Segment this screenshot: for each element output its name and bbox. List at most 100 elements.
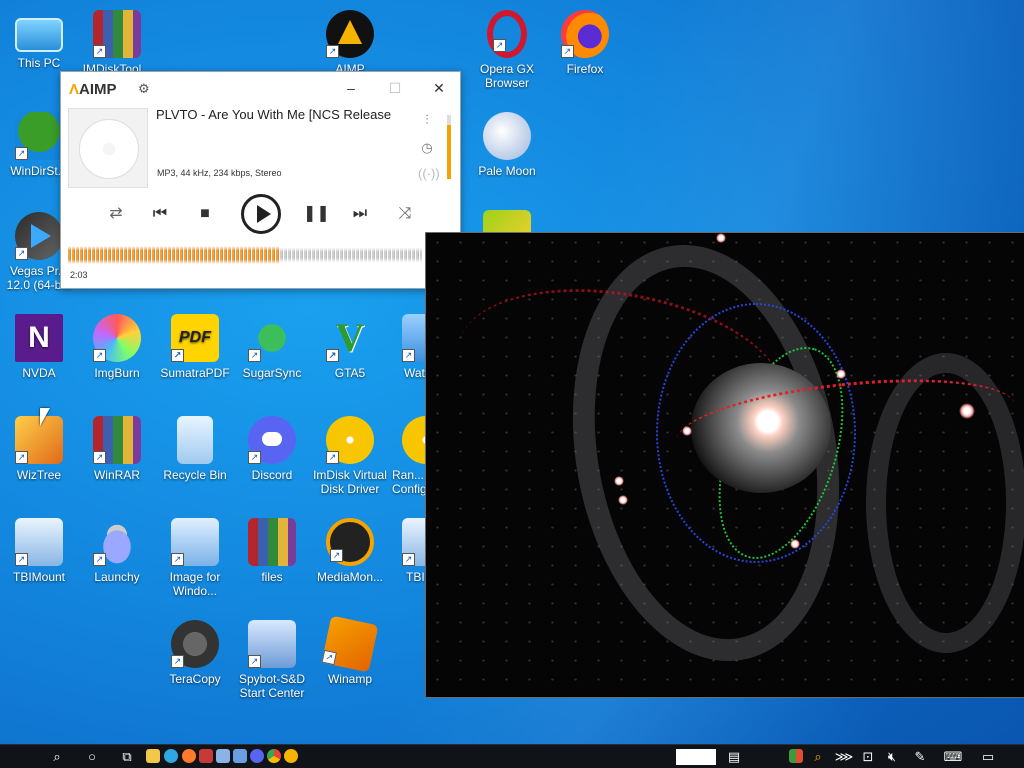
desktop-icon-mediamonkey[interactable]: ↗ MediaMon... [311, 518, 389, 584]
desktop-icon-teracopy[interactable]: ↗ TeraCopy [156, 620, 234, 686]
desktop-icon-ran-config[interactable]: Ran... Config... [390, 416, 425, 496]
desktop-icon-this-pc[interactable]: This PC [0, 10, 78, 70]
desktop-icon-spybot[interactable]: ↗ Spybot-S&D Start Center [233, 620, 311, 700]
app-icon[interactable] [199, 749, 213, 763]
app-icon[interactable] [233, 749, 247, 763]
equalizer-icon[interactable]: ⫶ [418, 112, 436, 128]
desktop-icon-image-for-windows[interactable]: ↗ Image for Windo... [156, 518, 234, 598]
app-icon: ↗ [402, 518, 425, 566]
aimp-player-window[interactable]: ΛAIMP ⚙ – ☐ ✕ PLVTO - Are You With Me [N… [60, 71, 461, 289]
desktop-icon-wat[interactable]: ↗ Wat... [390, 314, 425, 380]
desktop-icon-winamp[interactable]: ↗ Winamp [311, 615, 389, 686]
shortcut-arrow-icon: ↗ [93, 553, 106, 566]
pen-icon[interactable]: ✎ [910, 748, 930, 766]
shortcut-arrow-icon: ↗ [15, 553, 28, 566]
waveform-seekbar[interactable] [68, 240, 422, 270]
shortcut-arrow-icon: ↗ [561, 45, 574, 58]
shortcut-arrow-icon: ↗ [248, 655, 261, 668]
repeat-button[interactable]: ⇄ [104, 202, 128, 226]
disk-icon: ↗ [326, 416, 374, 464]
shuffle-button[interactable]: ⤨ [393, 202, 417, 226]
shortcut-arrow-icon: ↗ [93, 349, 106, 362]
file-explorer-icon[interactable] [146, 749, 160, 763]
task-view-icon[interactable]: ⧉ [117, 748, 137, 766]
desktop-icon-sumatrapdf[interactable]: PDF ↗ SumatraPDF [156, 314, 234, 380]
chrome-icon[interactable] [267, 749, 281, 763]
winrar-archive-icon [248, 518, 296, 566]
visual-spark [716, 233, 726, 243]
desktop-icon-discord[interactable]: ↗ Discord [233, 416, 311, 482]
desktop-icon-imdisk[interactable]: ↗ ImDisk Virtual Disk Driver [311, 416, 389, 496]
desktop-icon-sugarsync[interactable]: ↗ SugarSync [233, 314, 311, 380]
search-icon[interactable]: ⌕ [808, 748, 828, 766]
volume-slider[interactable] [447, 115, 451, 179]
desktop-icon-label: Winamp [327, 672, 372, 686]
next-button[interactable]: ⏭ [348, 202, 372, 226]
computer-icon [15, 18, 63, 52]
volume-level [447, 125, 451, 179]
desktop-icon-firefox[interactable]: ↗ Firefox [546, 10, 624, 76]
play-button[interactable] [241, 194, 281, 234]
desktop-icon-label: SugarSync [242, 366, 302, 380]
desktop-icon-imgburn[interactable]: ↗ ImgBurn [78, 314, 156, 380]
desktop-icon-wiztree[interactable]: ↗ WizTree [0, 416, 78, 482]
desktop-icon-label: Pale Moon [478, 164, 536, 178]
pale-moon-icon [483, 112, 531, 160]
pause-button[interactable]: ❚❚ [303, 202, 330, 226]
teracopy-icon: ↗ [171, 620, 219, 668]
start-button[interactable] [8, 748, 24, 766]
desktop-icon-recycle-bin[interactable]: Recycle Bin [156, 416, 234, 482]
shortcut-arrow-icon: ↗ [171, 655, 184, 668]
taskbar-input-box[interactable] [676, 749, 716, 765]
minimize-button[interactable]: – [339, 79, 363, 99]
shortcut-arrow-icon: ↗ [171, 553, 184, 566]
desktop-icon-files[interactable]: files [233, 518, 311, 584]
visualization-window[interactable] [425, 232, 1024, 698]
shortcut-arrow-icon: ↗ [326, 349, 339, 362]
desktop-icon-aimp[interactable]: ↗ AIMP [311, 10, 389, 76]
stop-button[interactable]: ■ [193, 202, 217, 226]
monitor-icon[interactable]: ⊡ [858, 748, 878, 766]
visual-spark [618, 495, 628, 505]
desktop-icon-winrar[interactable]: ↗ WinRAR [78, 416, 156, 482]
desktop-icon-label: This PC [17, 56, 61, 70]
elapsed-time: 2:03 [70, 270, 88, 280]
app-icon: ↗ [402, 314, 425, 362]
clock-icon[interactable]: ◷ [418, 140, 436, 156]
desktop-icon-pale-moon[interactable]: Pale Moon [468, 112, 546, 178]
pdf-icon: PDF ↗ [171, 314, 219, 362]
keyboard-icon[interactable]: ⌨ [940, 748, 966, 766]
desktop-icon-tbimount[interactable]: ↗ TBIMount [0, 518, 78, 584]
firefox-icon[interactable] [182, 749, 196, 763]
notifications-icon[interactable]: ▭ [977, 748, 999, 766]
winamp-icon: ↗ [321, 615, 379, 673]
search-icon[interactable]: ⌕ [47, 748, 67, 766]
waveform-played [68, 240, 280, 270]
desktop-icon-tbi[interactable]: ↗ TBI... [390, 518, 425, 584]
previous-button[interactable]: ⏮ [148, 202, 172, 226]
discord-icon[interactable] [250, 749, 264, 763]
desktop-icon-label: Ran... Config... [392, 468, 425, 496]
wiztree-icon: ↗ [15, 416, 63, 464]
desktop-icon-imdisktool[interactable]: ↗ IMDiskTool... [78, 10, 156, 76]
close-button[interactable]: ✕ [427, 79, 451, 99]
maximize-button[interactable]: ☐ [383, 79, 407, 99]
network-icon[interactable]: ⋙ [834, 748, 854, 766]
app-icon[interactable] [789, 749, 803, 763]
desktop-icon-opera-gx[interactable]: ↗ Opera GX Browser [468, 10, 546, 90]
desktop-icon-partial[interactable] [468, 210, 546, 234]
volume-muted-icon[interactable]: 🔇︎ [880, 748, 904, 766]
app-icon[interactable] [216, 749, 230, 763]
aimp-icon[interactable] [284, 749, 298, 763]
browser-icon[interactable] [164, 749, 178, 763]
desktop-icon-nvda[interactable]: N NVDA [0, 314, 78, 380]
desktop-icon-label: TeraCopy [169, 672, 221, 686]
desktop-icon-gta5[interactable]: V ↗ GTA5 [311, 314, 389, 380]
desktop-icon-label: Image for Windo... [169, 570, 221, 598]
broadcast-icon[interactable]: ((·)) [418, 166, 440, 181]
title-bar[interactable]: ΛAIMP ⚙ – ☐ ✕ [61, 72, 460, 105]
desktop-icon-launchy[interactable]: ↗ Launchy [78, 518, 156, 584]
news-icon[interactable]: ▤ [722, 748, 746, 766]
gear-icon[interactable]: ⚙ [138, 81, 150, 97]
cortana-icon[interactable]: ○ [82, 748, 102, 766]
